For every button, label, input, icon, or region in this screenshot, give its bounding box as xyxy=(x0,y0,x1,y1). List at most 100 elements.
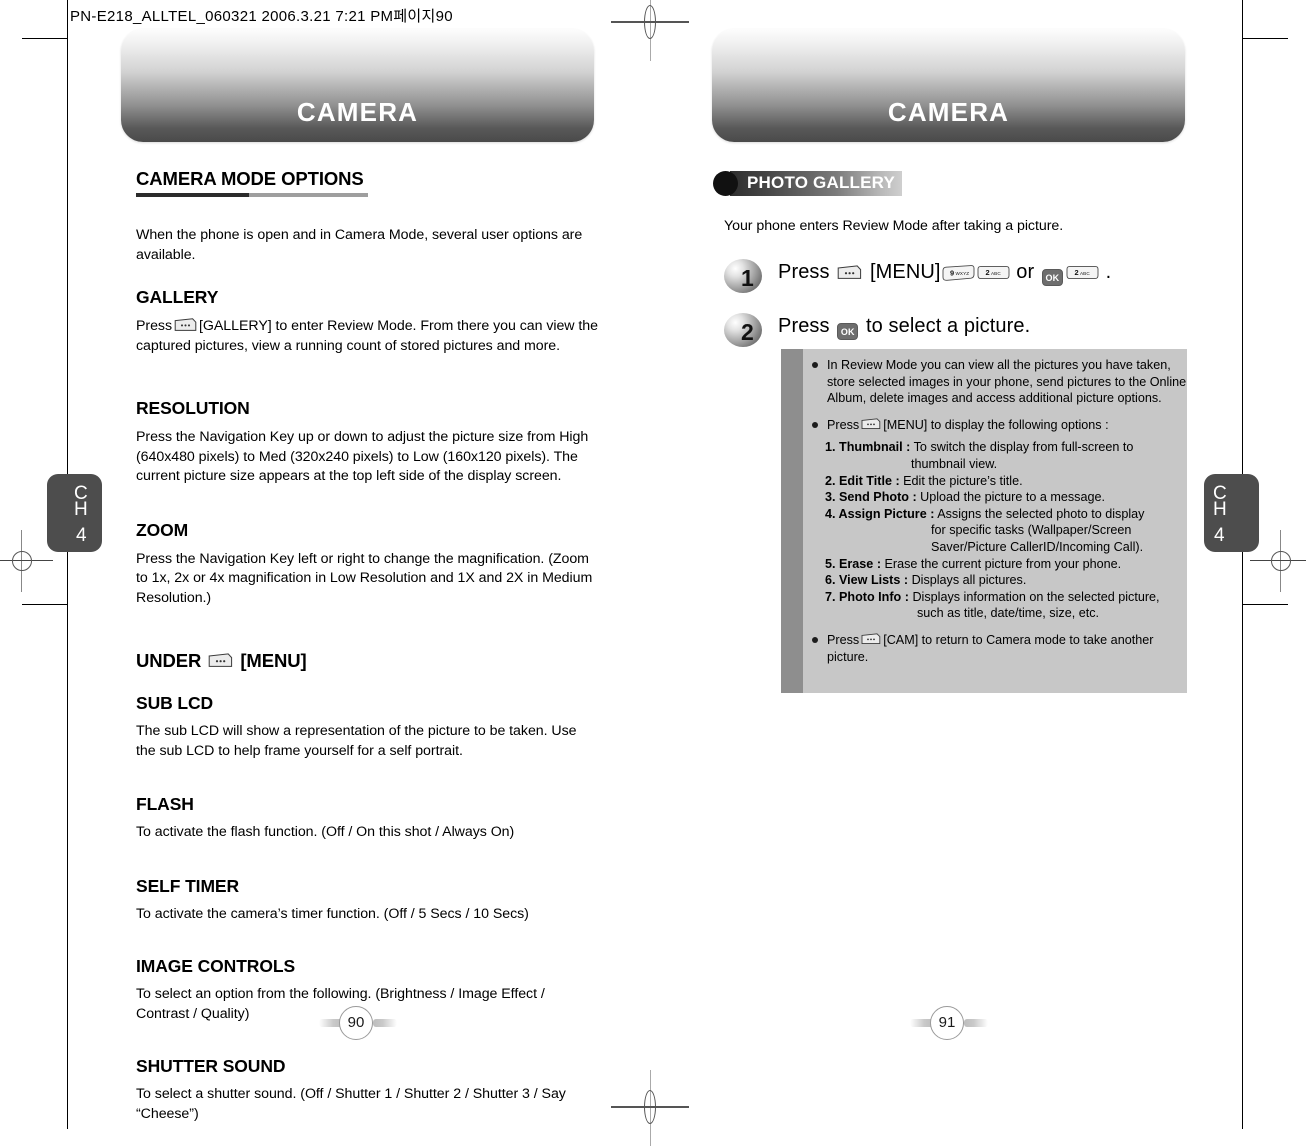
step-2-press-label: Press xyxy=(778,314,830,337)
step-2-number: 2 xyxy=(741,318,754,345)
body-gallery: Press [GALLERY] to enter Review Mode. Fro… xyxy=(136,317,616,356)
menu-option-3-desc: Upload the picture to a message. xyxy=(920,490,1105,505)
svg-text:2: 2 xyxy=(985,268,989,277)
registration-mark-top xyxy=(611,0,689,61)
section-title-rule xyxy=(136,193,368,198)
bullet-dot-icon xyxy=(812,636,818,643)
left-intro-text: When the phone is open and in Camera Mod… xyxy=(136,227,583,263)
body-resolution: Press the Navigation Key up or down to a… xyxy=(136,429,589,484)
menu-option-4-desc3: Saver/Picture CallerID/Incoming Call). xyxy=(931,539,1144,554)
under-menu-pre: UNDER xyxy=(136,650,202,671)
info-bullet-1-text: In Review Mode you can view all the pict… xyxy=(827,358,1187,406)
right-page-number: 91 xyxy=(910,1006,988,1040)
heading-self-timer: SELF TIMER xyxy=(136,875,240,896)
trim-tick-top-left xyxy=(22,38,68,39)
photo-gallery-bar: PHOTO GALLERY xyxy=(713,170,905,197)
right-chapter-tab: C H 4 xyxy=(1204,474,1259,552)
heading-image-controls: IMAGE CONTROLS xyxy=(136,956,296,976)
right-banner-title: CAMERA xyxy=(887,97,1010,127)
softkey-icon xyxy=(174,318,197,332)
menu-option-7: 7. Photo Info : Displays information on … xyxy=(825,589,1177,622)
menu-option-1-label: 1. Thumbnail : xyxy=(825,440,911,455)
right-chapter-tab-h: H xyxy=(1213,499,1227,520)
menu-option-4-label: 4. Assign Picture : xyxy=(825,506,935,521)
menu-option-6: 6. View Lists : Displays all pictures. xyxy=(825,572,1177,589)
menu-option-4-desc: Assigns the selected photo to display xyxy=(937,506,1145,521)
menu-option-6-label: 6. View Lists : xyxy=(825,573,909,588)
menu-option-1-desc2: thumbnail view. xyxy=(911,456,998,471)
step-1-text: Press [MENU] 9 WXYZ 2 ABC or OK 2 ABC . xyxy=(778,261,1111,286)
manual-spread: PN-E218_ALLTEL_060321 2006.3.21 7:21 PM페… xyxy=(0,0,1306,1146)
numeric-key-9wxyz-icon: 9 WXYZ xyxy=(942,264,975,281)
softkey-icon xyxy=(837,264,862,280)
heading-under-menu: UNDER [MENU] xyxy=(136,650,626,671)
menu-option-7-desc: Displays information on the selected pic… xyxy=(912,589,1160,604)
right-intro-text: Your phone enters Review Mode after taki… xyxy=(724,218,1064,234)
info-box-side-bar xyxy=(781,349,803,693)
review-mode-info-box: In Review Mode you can view all the pict… xyxy=(781,349,1187,693)
left-banner-title: CAMERA xyxy=(296,97,419,127)
left-chapter-tab-h: H xyxy=(74,499,88,520)
info-bullet-3-pre: Press xyxy=(827,632,860,647)
right-chapter-tab-number: 4 xyxy=(1214,525,1225,546)
heading-shutter-sound: SHUTTER SOUND xyxy=(136,1056,286,1076)
menu-option-2: 2. Edit Title : Edit the picture’s title… xyxy=(825,473,1177,490)
registration-mark-right xyxy=(1250,530,1306,592)
ok-key-icon: OK xyxy=(837,322,859,340)
body-image-controls: To select an option from the following. … xyxy=(136,986,545,1022)
svg-text:2: 2 xyxy=(1074,268,1078,277)
bullet-dot-icon xyxy=(812,362,818,368)
menu-option-4: 4. Assign Picture : Assigns the selected… xyxy=(825,506,1177,556)
right-page-banner: CAMERA xyxy=(712,29,1185,142)
left-chapter-tab-number: 4 xyxy=(76,525,87,546)
crop-line-right xyxy=(1242,0,1243,1129)
softkey-icon xyxy=(861,418,881,430)
bullet-dot-icon xyxy=(812,421,818,428)
info-bullet-2-pre: Press xyxy=(827,417,860,432)
step-2-text: Press OK to select a picture. xyxy=(778,315,1030,340)
left-section-title: CAMERA MODE OPTIONS xyxy=(136,168,364,189)
step-2-ball: 2 xyxy=(724,312,766,349)
photo-gallery-bar-tick xyxy=(902,171,905,196)
ok-key-icon: OK xyxy=(1041,268,1063,286)
rule-light-segment xyxy=(249,193,368,197)
body-sub-lcd: The sub LCD will show a representation o… xyxy=(136,723,577,759)
registration-mark-bottom xyxy=(611,1070,689,1146)
info-bullet-3: Press [CAM] to return to Camera mode to t… xyxy=(812,632,1185,665)
svg-text:ABC: ABC xyxy=(991,270,1001,275)
info-bullet-2-post: [MENU] to display the following options … xyxy=(883,417,1109,432)
body-gallery-post: [GALLERY] to enter Review Mode. From the… xyxy=(136,318,598,354)
menu-option-2-desc: Edit the picture’s title. xyxy=(903,473,1023,488)
trim-tick-bottom-right xyxy=(1242,604,1288,605)
step-2-end-label: to select a picture. xyxy=(865,314,1031,337)
step-1-menu-label: [MENU] xyxy=(869,260,941,283)
softkey-icon xyxy=(861,633,881,645)
step-1-ball: 1 xyxy=(724,258,766,295)
right-page-number-value: 91 xyxy=(930,1006,964,1040)
step-1-or-label: or xyxy=(1016,260,1035,283)
menu-option-4-desc2: for specific tasks (Wallpaper/Screen xyxy=(931,523,1132,538)
menu-option-5: 5. Erase : Erase the current picture fro… xyxy=(825,556,1177,573)
step-1-press-label: Press xyxy=(778,260,830,283)
crop-line-left xyxy=(67,0,68,1129)
menu-option-6-desc: Displays all pictures. xyxy=(911,573,1027,588)
heading-sub-lcd: SUB LCD xyxy=(136,693,214,713)
numeric-key-2abc-icon: 2 ABC xyxy=(1066,265,1099,281)
numeric-key-2abc-icon: 2 ABC xyxy=(977,265,1010,281)
step-2: 2 Press OK to select a picture. xyxy=(724,312,1193,353)
rule-dark-segment xyxy=(136,193,249,197)
trim-tick-bottom-left xyxy=(22,604,68,605)
body-shutter-sound: To select a shutter sound. (Off / Shutte… xyxy=(136,1086,566,1122)
left-page-column: CAMERA MODE OPTIONS When the phone is op… xyxy=(136,168,626,1124)
photo-gallery-label: PHOTO GALLERY xyxy=(747,173,896,192)
registration-mark-left xyxy=(0,530,53,592)
menu-option-7-desc2: such as title, date/time, size, etc. xyxy=(917,606,1099,621)
print-slug: PN-E218_ALLTEL_060321 2006.3.21 7:21 PM페… xyxy=(70,8,453,25)
menu-option-3: 3. Send Photo : Upload the picture to a … xyxy=(825,489,1177,506)
svg-text:9: 9 xyxy=(950,268,954,277)
right-page-column: PHOTO GALLERY Your phone enters Review M… xyxy=(713,170,1193,353)
step-1: 1 Press [MENU] 9 WXYZ 2 ABC or OK 2 ABC . xyxy=(724,258,1193,299)
body-zoom: Press the Navigation Key left or right t… xyxy=(136,550,593,606)
photo-gallery-bullet-dot xyxy=(713,171,738,196)
heading-resolution: RESOLUTION xyxy=(136,398,250,418)
